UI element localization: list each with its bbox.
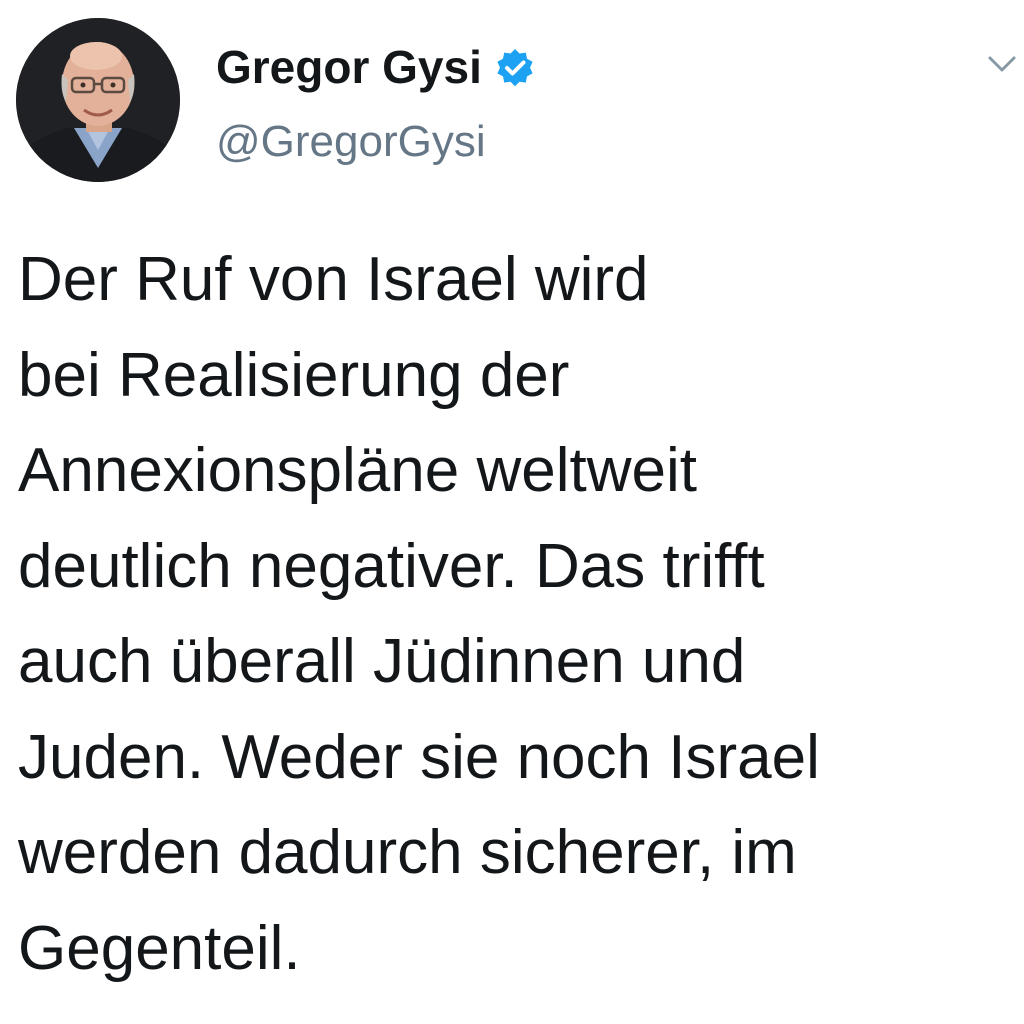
author-display-name[interactable]: Gregor Gysi [216, 40, 482, 94]
tweet-text-line: Annexionspläne weltweit [18, 436, 697, 505]
tweet-text-line: auch überall Jüdinnen und [18, 627, 746, 696]
tweet-text-line: bei Realisierung der [18, 340, 570, 410]
tweet-text-line: deutlich negativer. Das trifft [18, 531, 765, 601]
tweet-text: Der Ruf von Israel wird bei Realisierung… [18, 232, 1008, 996]
profile-photo-icon [16, 18, 180, 182]
tweet-text-line: Juden. Weder sie noch Israel [18, 722, 820, 792]
verified-badge-icon [494, 46, 536, 88]
avatar[interactable] [16, 18, 180, 182]
author-display-name-row[interactable]: Gregor Gysi [216, 40, 536, 94]
tweet-text-line: Der Ruf von Israel wird [18, 245, 649, 314]
tweet-text-line: werden dadurch sicherer, im [18, 818, 797, 887]
tweet-text-line: Gegenteil. [18, 913, 301, 983]
chevron-down-icon[interactable] [982, 46, 1022, 80]
author-handle[interactable]: @GregorGysi [216, 116, 486, 168]
